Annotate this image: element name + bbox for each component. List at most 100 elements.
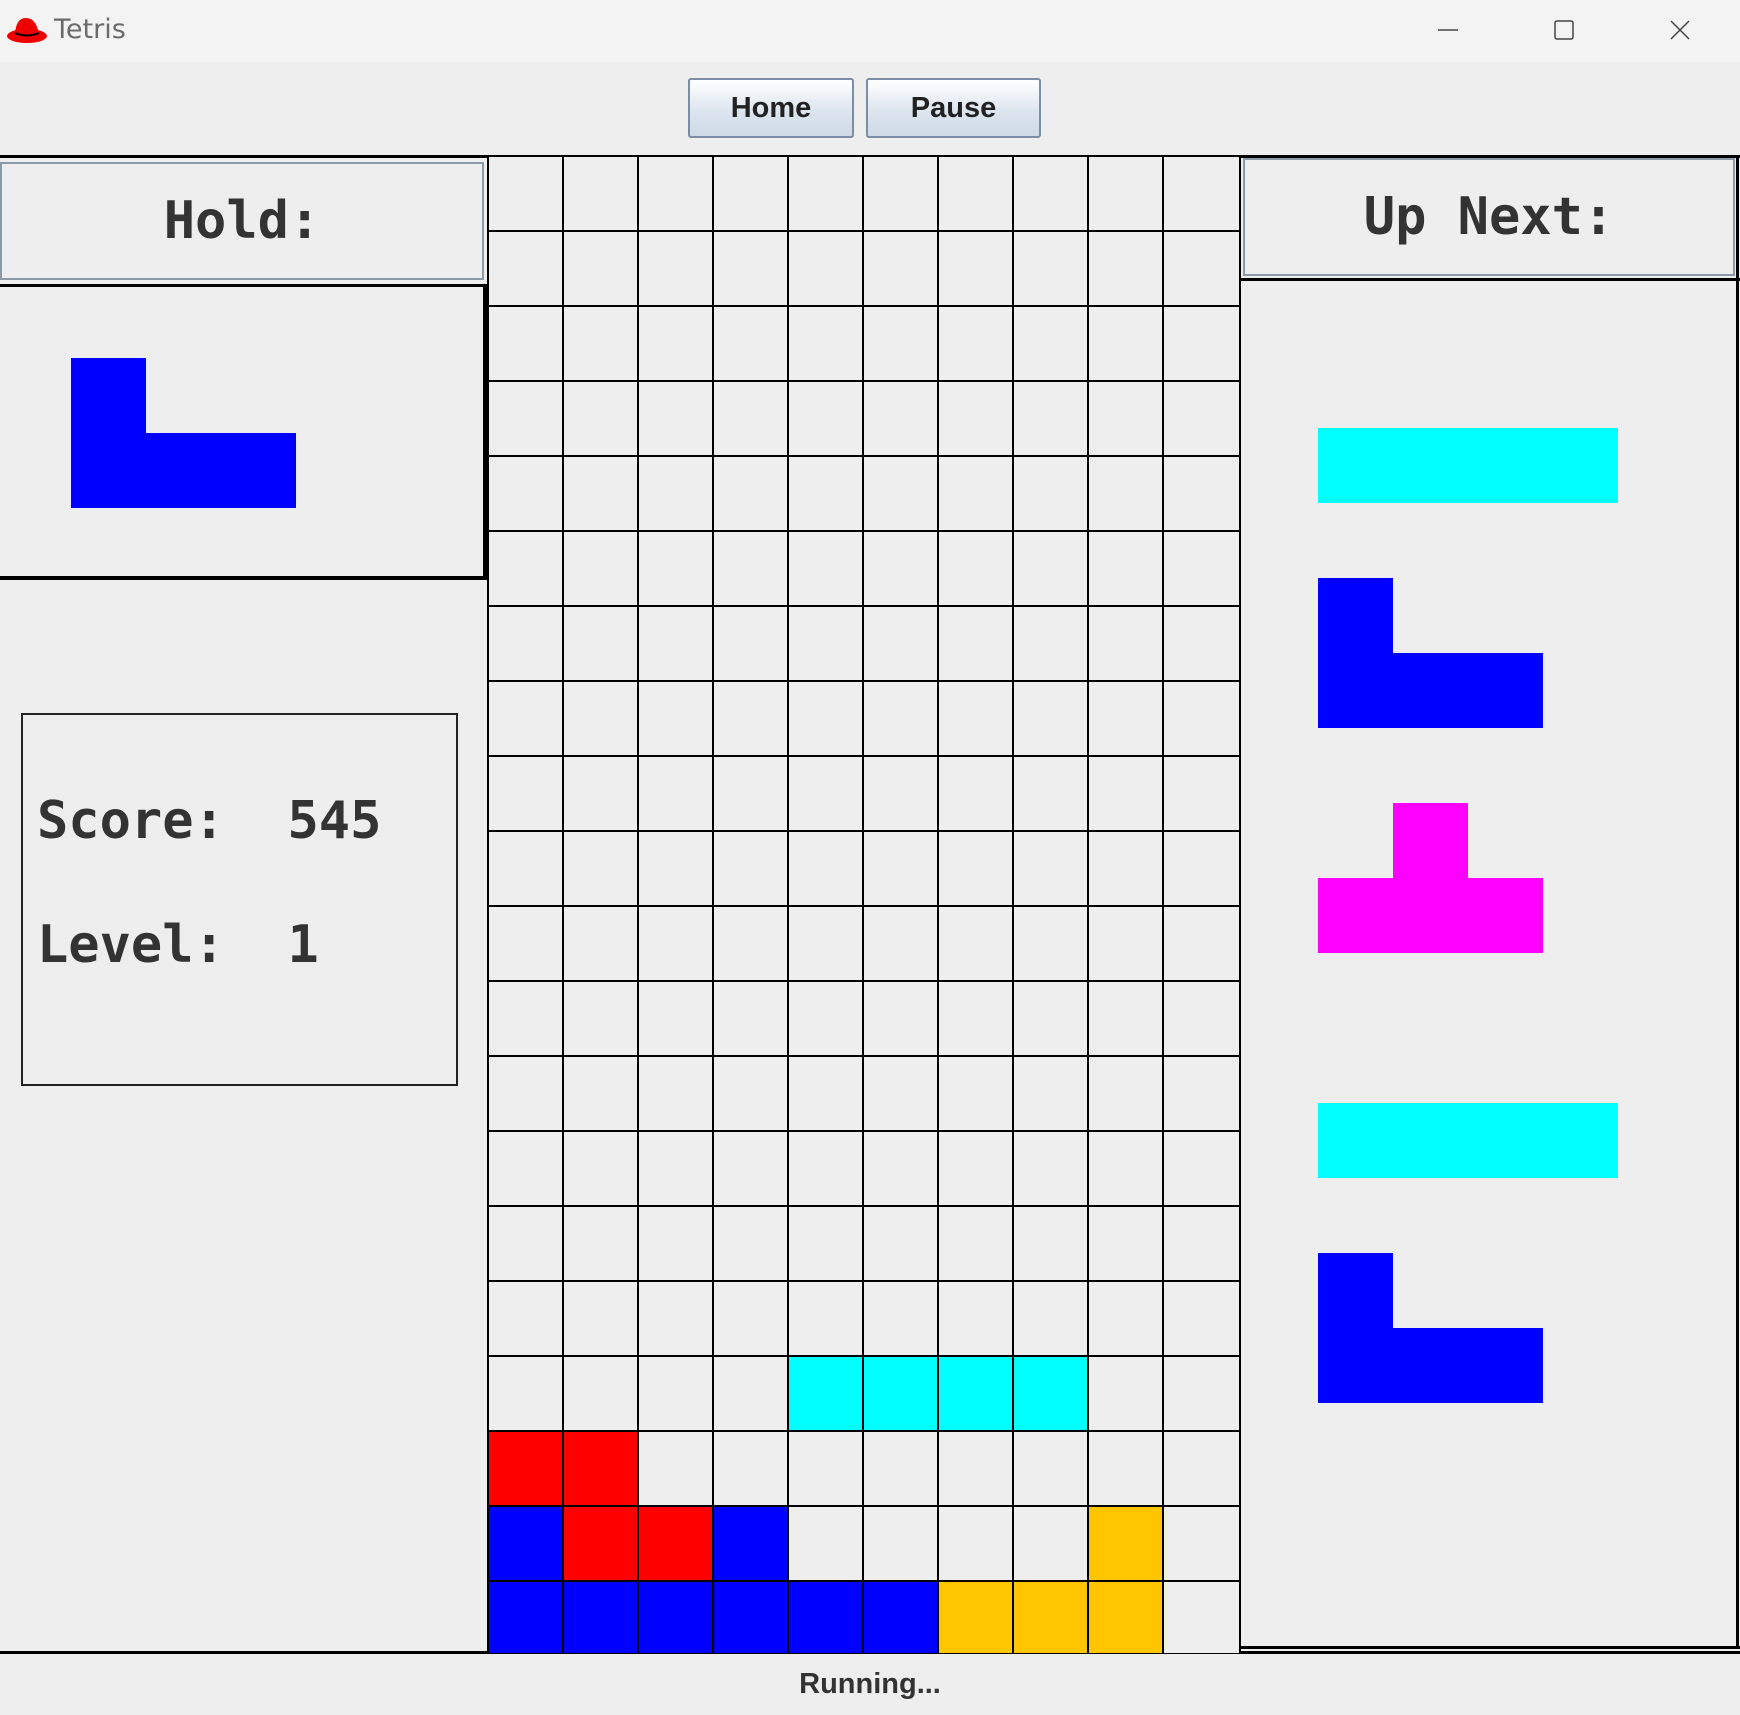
board-cell-empty [1089, 1282, 1164, 1357]
maximize-button[interactable] [1514, 0, 1614, 62]
board-cell-empty [864, 682, 939, 757]
board-cell-empty [714, 1057, 789, 1132]
board-cell-filled [714, 1507, 789, 1582]
board-cell-empty [939, 307, 1014, 382]
board-cell-empty [1014, 532, 1089, 607]
board-cell-empty [564, 832, 639, 907]
board-cell-empty [864, 382, 939, 457]
board-cell-filled [639, 1582, 714, 1653]
board-cell-empty [639, 532, 714, 607]
board-cell-empty [714, 457, 789, 532]
board-cell-empty [1014, 1132, 1089, 1207]
board-cell-empty [564, 307, 639, 382]
piece-block [221, 433, 296, 508]
piece-block [1318, 1328, 1393, 1403]
piece-block [146, 433, 221, 508]
board-cell-empty [1014, 1432, 1089, 1507]
board-cell-empty [789, 157, 864, 232]
board-cell-empty [639, 1432, 714, 1507]
board-cell-empty [939, 907, 1014, 982]
board-cell-filled [489, 1432, 564, 1507]
board-cell-empty [1164, 982, 1239, 1057]
piece-block [1468, 1103, 1543, 1178]
toolbar: Home Pause [0, 62, 1740, 154]
board-cell-empty [564, 1357, 639, 1432]
board-cell-empty [1014, 232, 1089, 307]
home-button[interactable]: Home [688, 78, 854, 138]
board-cell-empty [939, 1507, 1014, 1582]
board-cell-empty [939, 1282, 1014, 1357]
board-cell-empty [1089, 232, 1164, 307]
board-cell-empty [564, 157, 639, 232]
board-cell-empty [639, 832, 714, 907]
board-cell-empty [564, 382, 639, 457]
piece-block [1318, 1253, 1393, 1328]
board-cell-empty [789, 1282, 864, 1357]
board-cell-empty [564, 1132, 639, 1207]
board-cell-empty [1089, 607, 1164, 682]
board-cell-empty [1164, 157, 1239, 232]
board-cell-empty [714, 682, 789, 757]
score-value: 545 [287, 791, 382, 851]
board-cell-empty [1014, 832, 1089, 907]
pause-button[interactable]: Pause [866, 78, 1041, 138]
board-cell-empty [789, 1432, 864, 1507]
board-cell-empty [864, 832, 939, 907]
board-cell-empty [714, 757, 789, 832]
board-cell-empty [489, 907, 564, 982]
board-cell-empty [564, 982, 639, 1057]
board-cell-empty [714, 1357, 789, 1432]
board-cell-filled [789, 1357, 864, 1432]
piece-block [71, 433, 146, 508]
board-cell-empty [939, 457, 1014, 532]
board-cell-empty [1164, 1207, 1239, 1282]
board-cell-empty [564, 1282, 639, 1357]
board-cell-empty [1164, 832, 1239, 907]
board-cell-empty [1164, 1582, 1239, 1653]
board-cell-empty [489, 1282, 564, 1357]
board-cell-empty [1014, 1282, 1089, 1357]
board-cell-empty [789, 1057, 864, 1132]
board-cell-filled [564, 1432, 639, 1507]
board-cell-empty [1089, 1432, 1164, 1507]
board-cell-empty [489, 1357, 564, 1432]
board-cell-empty [1014, 157, 1089, 232]
board-cell-empty [1089, 682, 1164, 757]
up-next-box-top [1241, 278, 1740, 281]
board-cell-filled [489, 1582, 564, 1653]
status-text: Running... [799, 1667, 941, 1700]
board-cell-empty [1089, 832, 1164, 907]
board-cell-filled [714, 1582, 789, 1653]
piece-block [1393, 1103, 1468, 1178]
board-cell-empty [939, 682, 1014, 757]
piece-block [1543, 428, 1618, 503]
hold-box-right [483, 284, 487, 580]
board-cell-empty [1089, 532, 1164, 607]
board-cell-empty [489, 457, 564, 532]
board-cell-filled [639, 1507, 714, 1582]
piece-block [1543, 1103, 1618, 1178]
board-cell-empty [1164, 382, 1239, 457]
board-cell-empty [864, 1057, 939, 1132]
minimize-button[interactable] [1398, 0, 1498, 62]
board-cell-empty [1089, 757, 1164, 832]
board-cell-empty [489, 607, 564, 682]
board-cell-empty [639, 982, 714, 1057]
board-cell-empty [1014, 382, 1089, 457]
board-cell-empty [789, 982, 864, 1057]
close-button[interactable] [1630, 0, 1730, 62]
board-cell-empty [789, 382, 864, 457]
board-cell-filled [489, 1507, 564, 1582]
game-board [489, 157, 1239, 1653]
board-cell-empty [639, 1207, 714, 1282]
board-cell-filled [864, 1582, 939, 1653]
board-cell-empty [1014, 607, 1089, 682]
board-cell-empty [564, 457, 639, 532]
board-cell-empty [489, 757, 564, 832]
board-cell-empty [639, 1357, 714, 1432]
board-cell-empty [939, 1432, 1014, 1507]
board-cell-empty [789, 457, 864, 532]
board-cell-empty [714, 607, 789, 682]
board-cell-empty [939, 607, 1014, 682]
board-cell-empty [714, 907, 789, 982]
